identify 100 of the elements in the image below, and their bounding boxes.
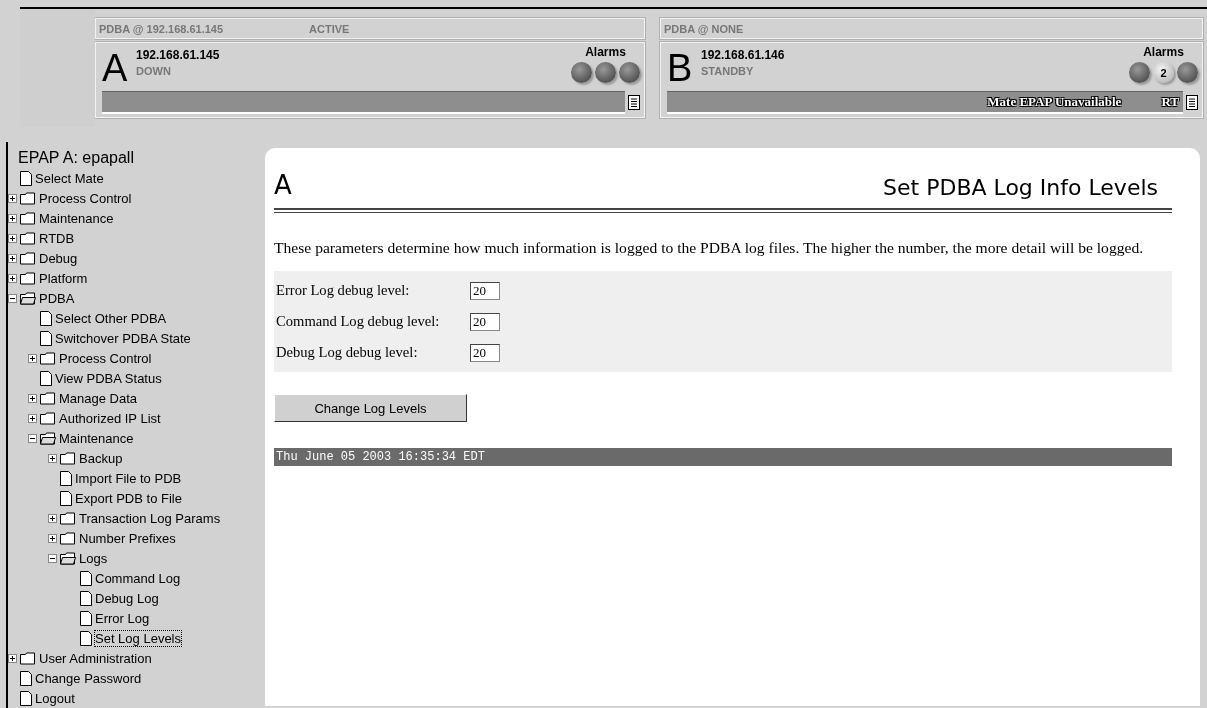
field-label: Error Log debug level: xyxy=(276,282,411,299)
page-icon xyxy=(40,370,52,386)
server-header-text: PDBA @ 192.168.61.145 xyxy=(99,22,224,35)
page-icon xyxy=(80,590,92,606)
folder-icon xyxy=(40,411,56,425)
collapse-icon[interactable] xyxy=(28,433,37,443)
page-title: Set PDBA Log Info Levels xyxy=(883,175,1158,200)
open-folder-icon xyxy=(40,431,56,445)
ip-address: 192.168.61.146 xyxy=(701,48,786,62)
tree-item[interactable]: Select Other PDBA xyxy=(55,310,167,326)
collapse-icon[interactable] xyxy=(48,553,57,563)
description-text: These parameters determine how much information is logged to the PDBA log files. The higher the number, the more detail will be logged. xyxy=(274,238,1145,258)
level-input[interactable]: 20 xyxy=(470,281,500,300)
page-icon xyxy=(80,570,92,586)
folder-icon xyxy=(60,511,76,525)
alarms-label: Alarms xyxy=(1143,45,1184,59)
field-label: Command Log debug level: xyxy=(276,313,441,330)
folder-icon xyxy=(40,391,56,405)
expand-icon[interactable] xyxy=(28,413,37,423)
notepad-icon[interactable] xyxy=(1186,95,1198,110)
alarm-lamp xyxy=(571,62,592,83)
page-icon xyxy=(20,670,32,686)
server-letter: B xyxy=(667,49,694,87)
tree-item[interactable]: Command Log xyxy=(95,570,181,586)
tree-item[interactable]: PDBA xyxy=(39,290,75,306)
tree-item[interactable]: Maintenance xyxy=(59,430,134,446)
tree-item[interactable]: Maintenance xyxy=(39,210,114,226)
tree-item[interactable]: View PDBA Status xyxy=(55,370,162,386)
expand-icon[interactable] xyxy=(28,393,37,403)
folder-icon xyxy=(20,211,36,225)
folder-icon xyxy=(20,651,36,665)
page-icon xyxy=(20,690,32,706)
timestamp: Thu June 05 2003 16:35:34 EDT xyxy=(276,450,485,464)
sidebar-title: EPAP A: epapall xyxy=(17,148,135,168)
tree-item[interactable]: Change Password xyxy=(35,670,142,686)
ip-address: 192.168.61.145 xyxy=(136,48,221,62)
field-label: Debug Log debug level: xyxy=(276,344,419,361)
open-folder-icon xyxy=(20,291,36,305)
collapse-icon[interactable] xyxy=(8,293,17,303)
tree-item[interactable]: Debug Log xyxy=(95,590,159,606)
folder-icon xyxy=(20,251,36,265)
status-tag: RT xyxy=(1161,94,1179,110)
level-input[interactable]: 20 xyxy=(470,343,500,362)
server-state: DOWN xyxy=(136,65,172,77)
server-state: STANDBY xyxy=(701,65,755,77)
status-message: Mate EPAP Unavailable xyxy=(987,94,1122,110)
folder-icon xyxy=(20,231,36,245)
tree-item[interactable]: Backup xyxy=(79,450,123,466)
page-icon xyxy=(80,630,92,646)
expand-icon[interactable] xyxy=(8,213,17,223)
expand-icon[interactable] xyxy=(8,653,17,663)
expand-icon[interactable] xyxy=(8,193,17,203)
alarm-lamp xyxy=(1129,62,1150,83)
server-letter: A xyxy=(102,49,129,87)
expand-icon[interactable] xyxy=(28,353,37,363)
expand-icon[interactable] xyxy=(8,253,17,263)
expand-icon[interactable] xyxy=(48,533,57,543)
notepad-icon[interactable] xyxy=(628,95,640,110)
page-icon xyxy=(80,610,92,626)
server-letter: A xyxy=(274,170,292,200)
tree-item[interactable]: Switchover PDBA State xyxy=(55,330,191,346)
tree-item[interactable]: User Administration xyxy=(39,650,152,666)
expand-icon[interactable] xyxy=(8,273,17,283)
alarm-lamp xyxy=(595,62,616,83)
tree-item[interactable]: Process Control xyxy=(39,190,132,206)
folder-icon xyxy=(40,351,56,365)
server-status: ACTIVE xyxy=(309,22,350,35)
level-input[interactable]: 20 xyxy=(470,312,500,331)
page-icon xyxy=(20,170,32,186)
alarm-count: 2 xyxy=(1153,62,1174,83)
expand-icon[interactable] xyxy=(48,513,57,523)
alarms-label: Alarms xyxy=(585,45,626,59)
tree-item[interactable]: Error Log xyxy=(95,610,150,626)
tree-item[interactable]: Logs xyxy=(79,550,108,566)
server-header-text: PDBA @ NONE xyxy=(664,22,744,35)
tree-item[interactable]: Set Log Levels xyxy=(95,630,181,646)
tree-item[interactable]: Number Prefixes xyxy=(79,530,176,546)
tree-item[interactable]: RTDB xyxy=(39,230,75,246)
page-icon xyxy=(60,470,72,486)
change-log-levels-button[interactable]: Change Log Levels xyxy=(274,394,467,422)
tree-item[interactable]: Process Control xyxy=(59,350,152,366)
tree-item[interactable]: Debug xyxy=(39,250,78,266)
open-folder-icon xyxy=(60,551,76,565)
page-icon xyxy=(60,490,72,506)
tree-item[interactable]: Authorized IP List xyxy=(59,410,161,426)
tree-item[interactable]: Transaction Log Params xyxy=(79,510,221,526)
page-icon xyxy=(40,330,52,346)
page-icon xyxy=(40,310,52,326)
tree-item[interactable]: Import File to PDB xyxy=(75,470,182,486)
tree-item[interactable]: Select Mate xyxy=(35,170,104,186)
expand-icon[interactable] xyxy=(8,233,17,243)
folder-icon xyxy=(60,531,76,545)
tree-item[interactable]: Export PDB to File xyxy=(75,490,182,506)
expand-icon[interactable] xyxy=(48,453,57,463)
tree-item[interactable]: Manage Data xyxy=(59,390,138,406)
tree-item[interactable]: Platform xyxy=(39,270,88,286)
tree-item[interactable]: Logout xyxy=(35,690,75,706)
folder-icon xyxy=(20,191,36,205)
alarm-lamp xyxy=(1177,62,1198,83)
alarm-lamp xyxy=(619,62,640,83)
